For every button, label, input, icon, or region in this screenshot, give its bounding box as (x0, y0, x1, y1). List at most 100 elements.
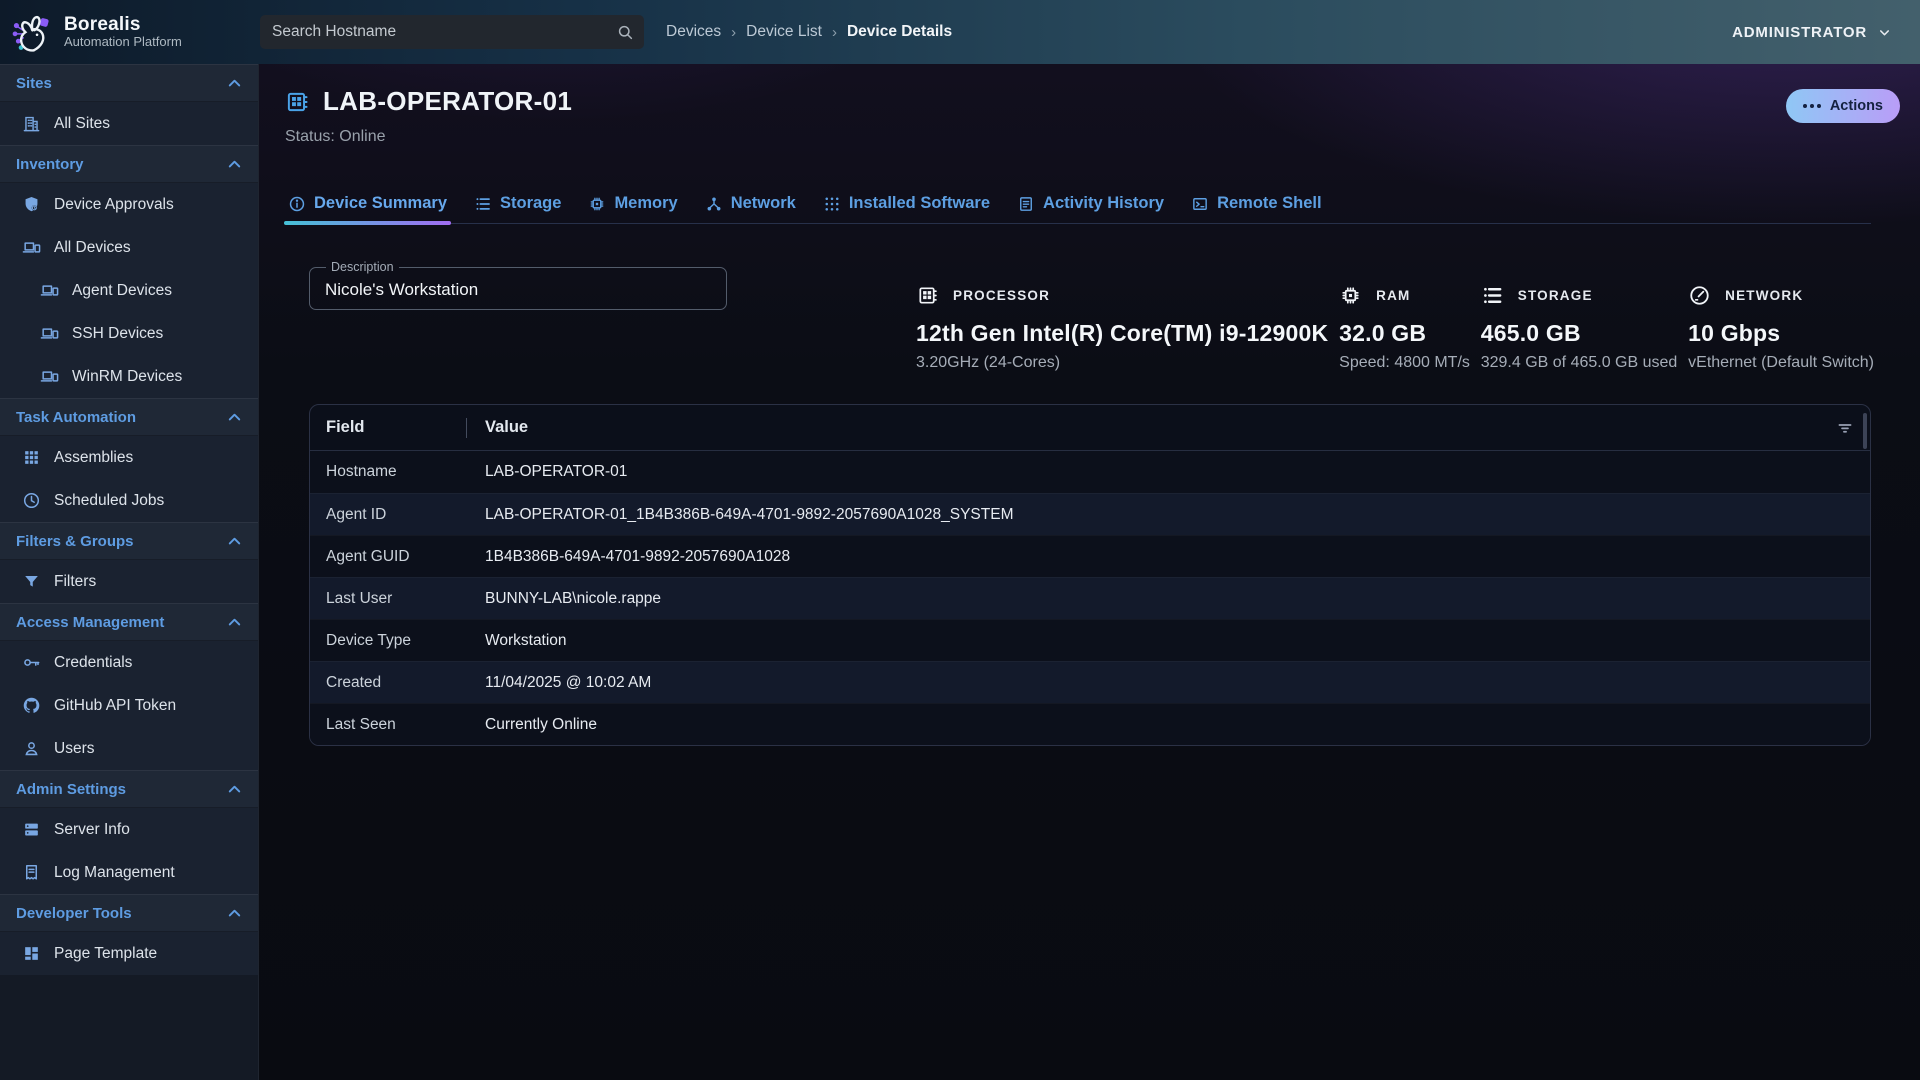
status-text: Status: Online (285, 128, 386, 146)
sidebar-item-label: Filters (54, 573, 96, 591)
funnel-icon (22, 572, 41, 591)
table-row-agent-id[interactable]: Agent ID LAB-OPERATOR-01_1B4B386B-649A-4… (310, 493, 1870, 535)
sidebar-section-sites[interactable]: Sites (0, 64, 258, 102)
stat-label: NETWORK (1725, 288, 1803, 303)
value-cell: Currently Online (485, 716, 1870, 734)
sidebar-item-label: Page Template (54, 945, 157, 963)
value-cell: 1B4B386B-649A-4701-9892-2057690A1028 (485, 548, 1870, 566)
tab-label: Remote Shell (1217, 194, 1322, 213)
brand-name: Borealis (64, 14, 182, 36)
shield-badge-icon (22, 195, 41, 214)
table-row-hostname[interactable]: Hostname LAB-OPERATOR-01 (310, 451, 1870, 493)
sidebar-section-inventory[interactable]: Inventory (0, 145, 258, 183)
column-divider (466, 418, 467, 438)
sidebar-item-scheduled-jobs[interactable]: Scheduled Jobs (0, 479, 258, 522)
sidebar-item-label: Agent Devices (72, 282, 172, 300)
sidebar-item-page-template[interactable]: Page Template (0, 932, 258, 975)
device-details-table: Field Value Hostname LAB-OPERATOR-01 Age… (309, 404, 1871, 746)
tab-network[interactable]: Network (705, 184, 796, 224)
value-cell: Workstation (485, 632, 1870, 650)
sidebar-item-label: Device Approvals (54, 196, 174, 214)
sidebar-section-task-automation[interactable]: Task Automation (0, 398, 258, 436)
sidebar-item-agent-devices[interactable]: Agent Devices (0, 269, 258, 312)
breadcrumb-device-list[interactable]: Device List (746, 23, 822, 41)
search-icon[interactable] (616, 23, 634, 41)
table-row-created[interactable]: Created 11/04/2025 @ 10:02 AM (310, 661, 1870, 703)
sidebar-item-winrm-devices[interactable]: WinRM Devices (0, 355, 258, 398)
table-row-agent-guid[interactable]: Agent GUID 1B4B386B-649A-4701-9892-20576… (310, 535, 1870, 577)
network-hub-icon (705, 195, 723, 213)
stat-subtext: vEthernet (Default Switch) (1688, 354, 1874, 372)
device-stats: PROCESSOR 12th Gen Intel(R) Core(TM) i9-… (916, 282, 1874, 372)
sidebar-item-credentials[interactable]: Credentials (0, 641, 258, 684)
sidebar-item-label: All Sites (54, 115, 110, 133)
user-menu-label: ADMINISTRATOR (1732, 24, 1867, 41)
memory-chip-icon (588, 195, 606, 213)
search-box[interactable] (260, 15, 644, 49)
actions-button[interactable]: Actions (1786, 89, 1900, 123)
sidebar-item-ssh-devices[interactable]: SSH Devices (0, 312, 258, 355)
grid-dots-icon (823, 195, 841, 213)
sidebar-section-access-management[interactable]: Access Management (0, 603, 258, 641)
sidebar-item-log-management[interactable]: Log Management (0, 851, 258, 894)
sidebar-item-filters[interactable]: Filters (0, 560, 258, 603)
stat-label: RAM (1376, 288, 1410, 303)
sidebar-item-label: Users (54, 740, 94, 758)
sidebar: Sites All Sites Inventory Device Approva… (0, 64, 259, 1080)
ellipsis-icon (1803, 104, 1821, 108)
sidebar-item-all-sites[interactable]: All Sites (0, 102, 258, 145)
section-label: Task Automation (16, 409, 225, 426)
table-scrollbar-thumb[interactable] (1863, 413, 1867, 449)
sidebar-section-admin-settings[interactable]: Admin Settings (0, 770, 258, 808)
table-row-last-user[interactable]: Last User BUNNY-LAB\nicole.rappe (310, 577, 1870, 619)
stat-subtext: 329.4 GB of 465.0 GB used (1481, 354, 1678, 372)
sidebar-item-label: Log Management (54, 864, 175, 882)
stat-value: 465.0 GB (1481, 320, 1678, 347)
devices-icon (40, 324, 59, 343)
description-field[interactable]: Description (309, 260, 727, 310)
sidebar-item-users[interactable]: Users (0, 727, 258, 770)
breadcrumb-separator: › (731, 24, 736, 41)
tab-storage[interactable]: Storage (474, 184, 561, 224)
tab-installed-software[interactable]: Installed Software (823, 184, 990, 224)
sidebar-item-all-devices[interactable]: All Devices (0, 226, 258, 269)
building-icon (22, 114, 41, 133)
sidebar-item-assemblies[interactable]: Assemblies (0, 436, 258, 479)
tab-activity-history[interactable]: Activity History (1017, 184, 1164, 224)
sidebar-section-filters-groups[interactable]: Filters & Groups (0, 522, 258, 560)
sidebar-item-label: Credentials (54, 654, 132, 672)
field-cell: Last User (310, 590, 485, 608)
tab-bar: Device Summary Storage Memory (288, 184, 1871, 224)
description-input[interactable] (311, 272, 725, 308)
chevron-up-icon (225, 408, 244, 427)
grid-squares-icon (22, 448, 41, 467)
terminal-icon (1191, 195, 1209, 213)
tab-label: Activity History (1043, 194, 1164, 213)
field-cell: Last Seen (310, 716, 485, 734)
page-title: LAB-OPERATOR-01 (323, 86, 572, 117)
tab-label: Network (731, 194, 796, 213)
stat-storage: STORAGE 465.0 GB 329.4 GB of 465.0 GB us… (1481, 282, 1678, 372)
tab-remote-shell[interactable]: Remote Shell (1191, 184, 1322, 224)
tab-label: Storage (500, 194, 561, 213)
table-row-last-seen[interactable]: Last Seen Currently Online (310, 703, 1870, 745)
stat-value: 10 Gbps (1688, 320, 1874, 347)
filter-lines-icon[interactable] (1836, 419, 1854, 437)
stat-label: PROCESSOR (953, 288, 1050, 303)
storage-list-icon (474, 195, 492, 213)
chevron-up-icon (225, 780, 244, 799)
chevron-up-icon (225, 155, 244, 174)
field-cell: Device Type (310, 632, 485, 650)
search-input[interactable] (272, 23, 616, 41)
sidebar-item-github-api-token[interactable]: GitHub API Token (0, 684, 258, 727)
user-menu[interactable]: ADMINISTRATOR (1732, 0, 1892, 64)
sidebar-item-device-approvals[interactable]: Device Approvals (0, 183, 258, 226)
table-row-device-type[interactable]: Device Type Workstation (310, 619, 1870, 661)
sidebar-section-developer-tools[interactable]: Developer Tools (0, 894, 258, 932)
sidebar-item-server-info[interactable]: Server Info (0, 808, 258, 851)
chevron-up-icon (225, 74, 244, 93)
tab-memory[interactable]: Memory (588, 184, 677, 224)
tab-device-summary[interactable]: Device Summary (288, 184, 447, 224)
stat-label: STORAGE (1518, 288, 1593, 303)
breadcrumb-devices[interactable]: Devices (666, 23, 721, 41)
